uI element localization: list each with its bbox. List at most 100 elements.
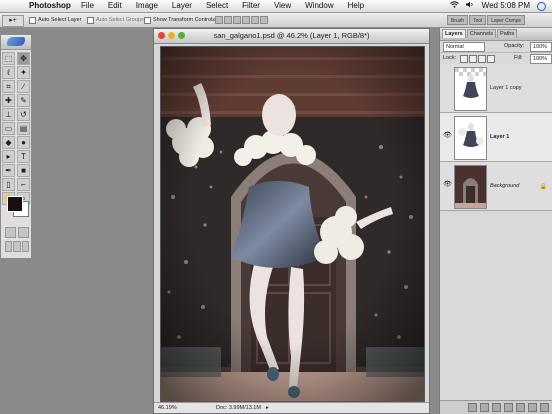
align-left-icon[interactable] xyxy=(242,16,250,24)
new-layer-icon[interactable] xyxy=(528,403,537,412)
tab-paths[interactable]: Paths xyxy=(497,29,518,38)
checkbox-icon xyxy=(87,16,94,24)
full-screen-menu-mode-icon[interactable] xyxy=(13,241,21,252)
lock-pixels-icon[interactable] xyxy=(469,55,477,63)
zoom-level[interactable]: 46.19% xyxy=(158,403,177,413)
menu-bar: Photoshop File Edit Image Layer Select F… xyxy=(0,0,552,13)
foreground-color-swatch[interactable] xyxy=(7,196,23,212)
layer-name[interactable]: Layer 1 xyxy=(490,134,509,140)
align-top-icon[interactable] xyxy=(215,16,223,24)
layer-thumbnail xyxy=(454,67,487,111)
marquee-tool-icon[interactable]: ⬚ xyxy=(2,52,15,65)
dodge-tool-icon[interactable]: ● xyxy=(17,136,30,149)
visibility-eye-icon[interactable]: 👁 xyxy=(443,181,452,188)
menu-filter[interactable]: Filter xyxy=(242,0,260,12)
standard-mode-icon[interactable] xyxy=(5,227,16,238)
layer-row-layer-1-copy[interactable]: Layer 1 copy xyxy=(440,64,552,113)
well-tab-brush[interactable]: Brush xyxy=(447,15,469,25)
clock[interactable]: Wed 5:08 PM xyxy=(482,0,530,12)
eyedropper-tool-icon[interactable]: ⌐ xyxy=(17,178,30,191)
move-tool-preset-picker[interactable]: ▸+ xyxy=(2,15,24,27)
toolbox-header[interactable] xyxy=(1,35,31,50)
lock-position-icon[interactable] xyxy=(478,55,486,63)
layer-thumbnail xyxy=(454,116,487,160)
document-size: Doc: 3.99M/13.1M xyxy=(216,405,261,411)
tool-grid: ⬚ ✥ ℓ ✦ ⌗ ∕ ✚ ✎ ⊥ ↺ ▭ ▤ ◆ ● ▸ T ✒ ■ ▯ ⌐ … xyxy=(1,50,31,205)
quick-mask-mode-icon[interactable] xyxy=(18,227,29,238)
show-transform-controls-checkbox[interactable]: Show Transform Controls xyxy=(144,13,215,27)
tab-layers[interactable]: Layers xyxy=(442,29,466,38)
menu-layer[interactable]: Layer xyxy=(172,0,192,12)
layer-name[interactable]: Background xyxy=(490,183,519,189)
healing-brush-icon[interactable]: ✚ xyxy=(2,94,15,107)
wifi-icon[interactable] xyxy=(449,0,459,12)
menu-image[interactable]: Image xyxy=(136,0,158,12)
layer-name[interactable]: Layer 1 copy xyxy=(490,85,522,91)
history-brush-icon[interactable]: ↺ xyxy=(17,108,30,121)
adjustment-layer-icon[interactable] xyxy=(504,403,513,412)
document-title: san_galgano1.psd @ 46.2% (Layer 1, RGB/8… xyxy=(213,31,370,40)
align-right-icon[interactable] xyxy=(260,16,268,24)
align-center-icon[interactable] xyxy=(251,16,259,24)
eraser-tool-icon[interactable]: ▭ xyxy=(2,122,15,135)
standard-screen-mode-icon[interactable] xyxy=(5,241,13,252)
adobe-feather-icon[interactable] xyxy=(7,37,25,46)
shape-tool-icon[interactable]: ■ xyxy=(17,164,30,177)
move-tool-icon[interactable]: ✥ xyxy=(17,52,30,65)
spotlight-icon[interactable] xyxy=(537,1,546,11)
opacity-input[interactable]: 100% xyxy=(530,42,552,52)
visibility-eye-icon[interactable]: 👁 xyxy=(443,132,452,139)
link-layers-icon[interactable] xyxy=(468,403,477,412)
document-title-bar[interactable]: san_galgano1.psd @ 46.2% (Layer 1, RGB/8… xyxy=(154,29,429,44)
layer-style-icon[interactable] xyxy=(480,403,489,412)
pen-tool-icon[interactable]: ✒ xyxy=(2,164,15,177)
document-canvas[interactable] xyxy=(160,46,425,402)
align-bottom-icon[interactable] xyxy=(233,16,241,24)
fill-input[interactable]: 100% xyxy=(530,54,552,64)
tab-channels[interactable]: Channels xyxy=(466,29,496,38)
layers-panel-footer xyxy=(440,400,552,414)
crop-tool-icon[interactable]: ⌗ xyxy=(2,80,15,93)
menu-edit[interactable]: Edit xyxy=(108,0,122,12)
volume-icon[interactable] xyxy=(465,0,475,12)
blend-mode-select[interactable]: Normal xyxy=(443,42,485,52)
menu-help[interactable]: Help xyxy=(348,0,364,12)
minimize-window-icon[interactable] xyxy=(168,32,175,39)
auto-select-layer-checkbox[interactable]: Auto Select Layer xyxy=(29,13,81,27)
auto-select-groups-checkbox[interactable]: Auto Select Groups xyxy=(87,13,144,27)
blur-tool-icon[interactable]: ◆ xyxy=(2,136,15,149)
notes-tool-icon[interactable]: ▯ xyxy=(2,178,15,191)
lasso-tool-icon[interactable]: ℓ xyxy=(2,66,15,79)
full-screen-mode-icon[interactable] xyxy=(21,241,29,252)
app-menu[interactable]: Photoshop xyxy=(29,0,71,12)
status-menu-arrow-icon[interactable]: ▸ xyxy=(266,403,269,413)
lock-all-icon[interactable] xyxy=(487,55,495,63)
slice-tool-icon[interactable]: ∕ xyxy=(17,80,30,93)
align-middle-icon[interactable] xyxy=(224,16,232,24)
well-tab-tool[interactable]: Tool xyxy=(469,15,487,25)
magic-wand-tool-icon[interactable]: ✦ xyxy=(17,66,30,79)
layer-mask-icon[interactable] xyxy=(492,403,501,412)
menu-view[interactable]: View xyxy=(274,0,291,12)
layer-thumbnail xyxy=(454,165,487,209)
well-tab-layer-comps[interactable]: Layer Comps xyxy=(487,15,525,25)
trash-icon[interactable] xyxy=(540,403,549,412)
new-group-icon[interactable] xyxy=(516,403,525,412)
checkbox-icon xyxy=(144,16,151,24)
lock-transparency-icon[interactable] xyxy=(460,55,468,63)
path-selection-icon[interactable]: ▸ xyxy=(2,150,15,163)
menu-window[interactable]: Window xyxy=(305,0,333,12)
layer-row-background[interactable]: 👁 Background 🔒 xyxy=(440,162,552,211)
visibility-toggle-icon[interactable] xyxy=(443,84,452,90)
layers-panel-header[interactable]: Layers Channels Paths xyxy=(440,28,552,41)
brush-tool-icon[interactable]: ✎ xyxy=(17,94,30,107)
clone-stamp-icon[interactable]: ⊥ xyxy=(2,108,15,121)
close-window-icon[interactable] xyxy=(158,32,165,39)
zoom-window-icon[interactable] xyxy=(178,32,185,39)
auto-select-groups-label: Auto Select Groups xyxy=(96,17,144,23)
menu-select[interactable]: Select xyxy=(206,0,228,12)
menu-file[interactable]: File xyxy=(81,0,94,12)
type-tool-icon[interactable]: T xyxy=(17,150,30,163)
layer-row-layer-1[interactable]: 👁 Layer 1 xyxy=(440,113,552,162)
gradient-tool-icon[interactable]: ▤ xyxy=(17,122,30,135)
